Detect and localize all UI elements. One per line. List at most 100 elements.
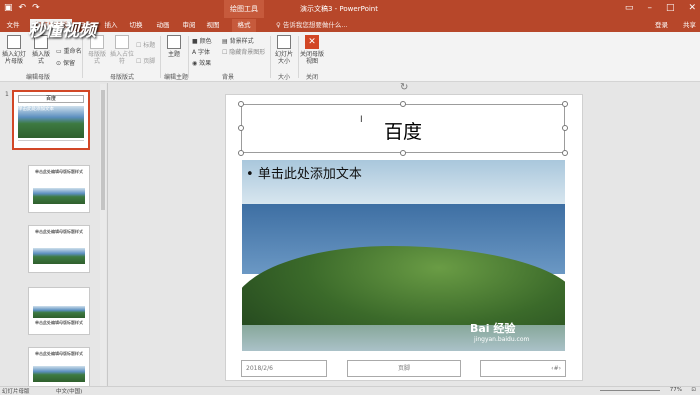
undo-icon[interactable]: ↶ [19,3,27,14]
effects-button[interactable]: ◉ 效果 [192,58,211,67]
tab-file[interactable]: 文件 [4,19,22,32]
resize-handle[interactable] [400,150,406,156]
window-controls: ▭ – □ ✕ [625,3,696,13]
footer-checkbox[interactable]: ☐ 页脚 [136,56,155,65]
panel-scrollbar[interactable] [100,84,106,386]
title-placeholder[interactable]: 百度 [241,104,565,153]
colors-button[interactable]: ■ 颜色 [192,36,212,45]
redo-icon[interactable]: ↷ [32,3,40,14]
footer-date-placeholder[interactable]: 2018/2/6 [241,360,327,377]
insert-slide-master-button[interactable]: 插入幻灯片母版 [2,35,26,65]
fit-slide-icon[interactable]: ⊡ [691,387,696,393]
resize-handle[interactable] [562,125,568,131]
resize-handle[interactable] [562,101,568,107]
group-separator [298,36,299,78]
tab-insert[interactable]: 插入 [102,19,120,32]
background-icon: ▤ [222,38,230,45]
theme-icon [167,35,181,49]
resize-handle[interactable] [238,101,244,107]
slide-size-button[interactable]: 幻灯片大小 [274,35,294,65]
context-title: 绘图工具 [224,0,264,18]
slide-number: 1 [5,91,9,98]
tell-me-box[interactable]: ♀ 告诉我您想要做什么... [276,19,348,32]
lightbulb-icon: ♀ [276,21,283,29]
colors-icon: ■ [192,38,200,45]
zoom-level[interactable]: 77% [670,387,682,393]
text-cursor-icon: I [360,115,363,125]
thumbnail-title: 单击此处编辑母版标题样式 [35,351,83,356]
layout-thumbnail[interactable]: 单击此处编辑母版标题样式 [28,165,90,213]
fonts-button[interactable]: A 字体 [192,47,210,56]
thumbnail-image [33,248,85,264]
close-icon[interactable]: ✕ [688,3,696,13]
photo-watermark-url: jingyan.baidu.com [474,336,530,343]
slide-thumbnail-panel: 1 百度 单击此处添加文本 单击此处编辑母版标题样式 单击此处编辑母版标题样式 … [0,83,108,387]
minimize-icon[interactable]: – [647,3,652,13]
thumbnail-image [33,306,85,318]
scrollbar-thumb[interactable] [101,90,105,210]
preserve-button[interactable]: ⊙ 保留 [56,58,75,67]
pin-icon: ⊙ [56,60,63,67]
resize-handle[interactable] [562,150,568,156]
ribbon-tabs: 文件 幻灯片母版 开始 插入 切换 动画 审阅 视图 格式 ♀ 告诉我您想要做什… [0,18,700,32]
ribbon: 插入幻灯片母版 插入版式 ▭ 重命名 ⊙ 保留 母版版式 插入占位符 ☐ 标题 … [0,32,700,82]
thumbnail-title: 单击此处编辑母版标题样式 [35,229,83,234]
content-placeholder[interactable]: • 单击此处添加文本 Bai 经验 jingyan.baidu.com [242,160,565,351]
status-bar: 幻灯片母版 中文(中国) 77% ⊡ [0,386,700,395]
close-master-icon: ✕ [305,35,319,49]
group-separator [188,36,189,78]
layout-thumbnail[interactable]: 单击此处编辑母版标题样式 [28,287,90,335]
share-button[interactable]: 共享 [683,19,696,32]
slide-title[interactable]: 百度 [242,117,564,144]
slide-thumbnail[interactable]: 百度 单击此处添加文本 [12,90,90,150]
slide-number-placeholder[interactable]: ‹#› [480,360,566,377]
thumbnail-footer [18,140,84,145]
thumbnail-image [33,188,85,204]
maximize-icon[interactable]: □ [666,3,675,13]
rename-icon: ▭ [56,48,64,55]
group-label-edit-master: 编辑母版 [26,74,51,81]
zoom-slider[interactable] [600,390,660,391]
slide-master-icon [7,35,21,49]
tell-me-text: 告诉我您想要做什么... [282,21,348,29]
document-title: 演示文稿3 - PowerPoint [300,5,378,13]
tab-review[interactable]: 审阅 [180,19,198,32]
resize-handle[interactable] [238,150,244,156]
rotate-handle-icon[interactable]: ↻ [400,82,408,93]
rename-button[interactable]: ▭ 重命名 [56,46,82,55]
tab-transitions[interactable]: 切换 [126,19,146,32]
layout-thumbnail[interactable]: 单击此处编辑母版标题样式 [28,347,90,387]
title-bar: ▣ ↶ ↷ 绘图工具 演示文稿3 - PowerPoint ▭ – □ ✕ [0,0,700,18]
bullet-text[interactable]: • 单击此处添加文本 [246,163,362,182]
login-link[interactable]: 登录 [655,19,668,32]
group-label-edit-theme: 编辑主题 [164,74,189,81]
group-label-size: 大小 [278,74,291,81]
theme-button[interactable]: 主题 [164,35,184,58]
insert-placeholder-button[interactable]: 插入占位符 [110,35,134,65]
tab-animations[interactable]: 动画 [154,19,172,32]
thumbnail-bullet: 单击此处添加文本 [18,107,54,112]
group-separator [82,36,83,78]
group-label-background: 背景 [222,74,235,81]
placeholder-icon [115,35,129,49]
slide-size-icon [277,35,291,49]
ribbon-options-icon[interactable]: ▭ [625,3,634,13]
hide-background-checkbox[interactable]: ☐ 隐藏背景图形 [222,47,265,56]
resize-handle[interactable] [238,125,244,131]
close-master-view-button[interactable]: ✕ 关闭母版视图 [300,35,324,65]
resize-handle[interactable] [400,101,406,107]
background-styles-button[interactable]: ▤ 背景样式 [222,36,254,45]
save-icon[interactable]: ▣ [4,3,13,14]
photo-watermark: Bai 经验 [470,322,516,335]
group-separator [160,36,161,78]
tab-format[interactable]: 格式 [232,19,256,32]
group-label-master-layout: 母版版式 [110,74,135,81]
thumbnail-image [33,366,85,382]
thumbnail-title: 百度 [18,95,84,103]
group-separator [270,36,271,78]
layout-thumbnail[interactable]: 单击此处编辑母版标题样式 [28,225,90,273]
tab-view[interactable]: 视图 [204,19,222,32]
footer-text-placeholder[interactable]: 页脚 [347,360,461,377]
video-watermark: 秒懂视频 [28,21,96,41]
title-checkbox[interactable]: ☐ 标题 [136,40,155,49]
